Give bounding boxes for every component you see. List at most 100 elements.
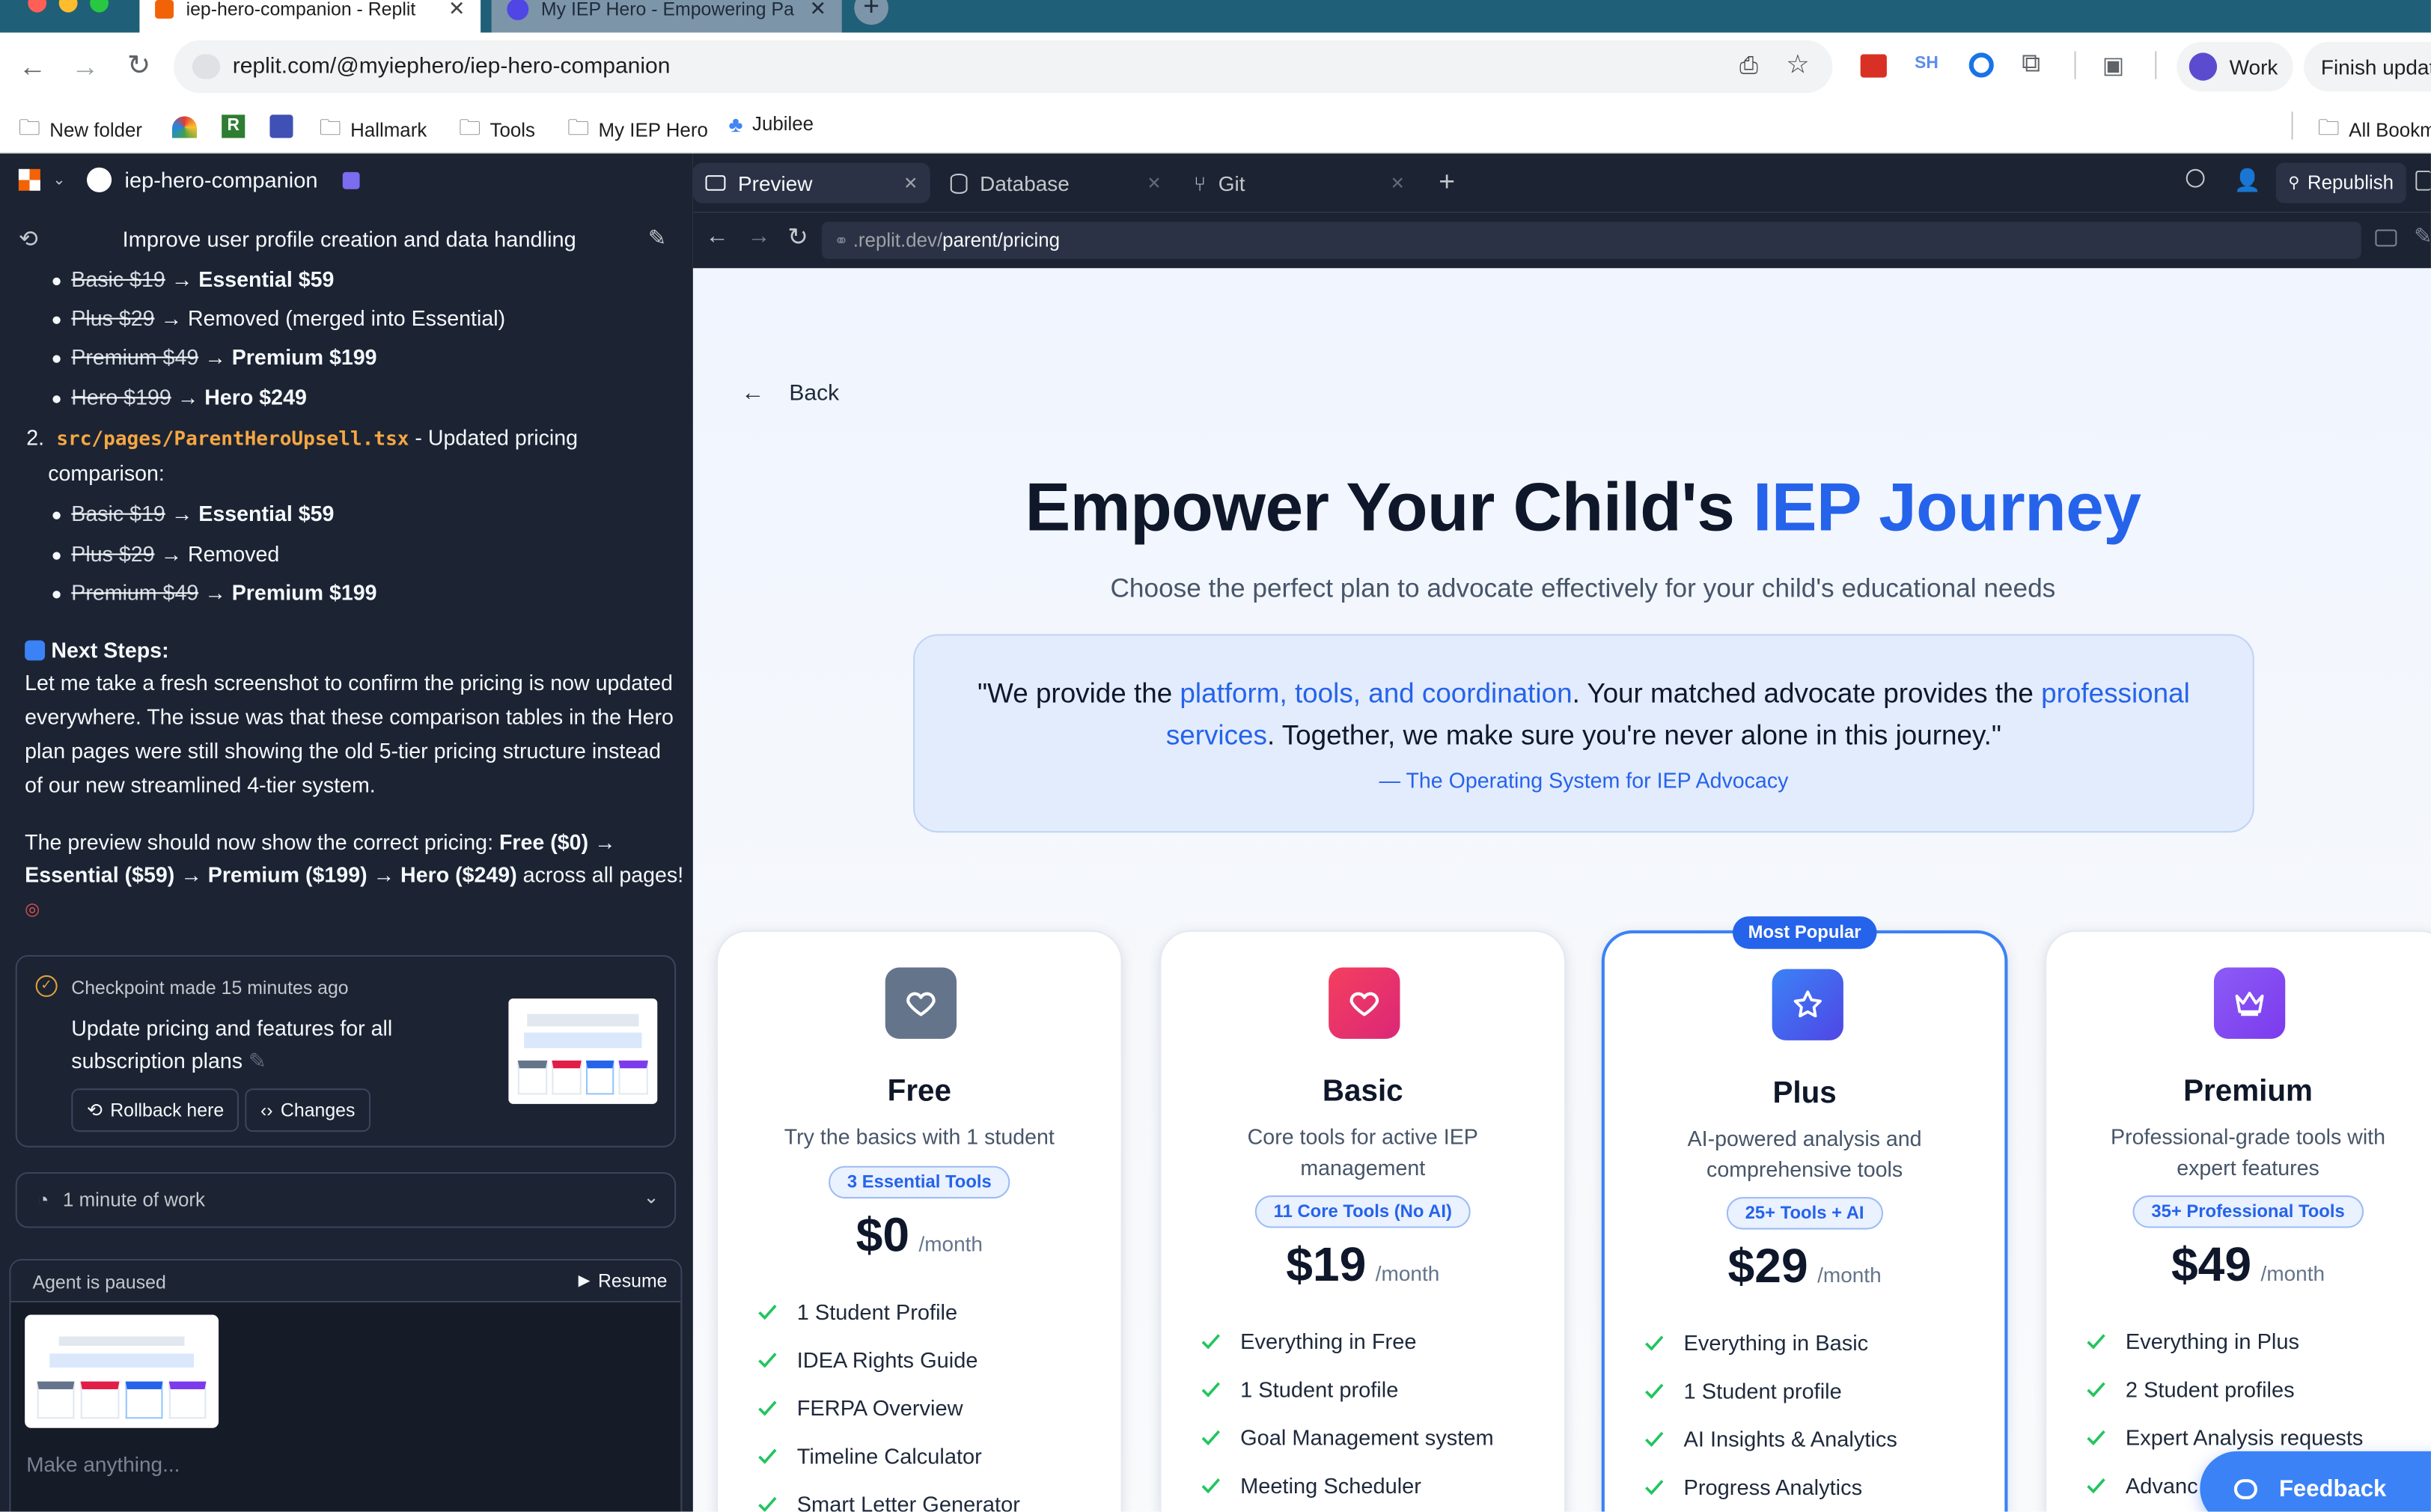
arrow: → <box>154 307 188 331</box>
text-span: The preview should now show the correct … <box>25 831 499 855</box>
all-bookmarks[interactable]: 🗀 All Bookm <box>2318 112 2431 149</box>
crown-icon <box>2213 967 2286 1039</box>
bookmark-tools[interactable]: 🗀 Tools <box>459 112 535 149</box>
plan-feature: Meeting Scheduler <box>1200 1473 1421 1498</box>
checkpoint-card: ✓ Checkpoint made 15 minutes ago Update … <box>15 954 677 1147</box>
maximize-window-icon[interactable] <box>90 0 109 13</box>
address-bar[interactable]: replit.com/@myiephero/iep-hero-companion… <box>173 40 1833 94</box>
tab-search-icon[interactable]: ▣ <box>2102 51 2124 79</box>
plan-price: $49/month <box>2046 1237 2431 1293</box>
rollback-button[interactable]: ⟲ Rollback here <box>71 1088 240 1133</box>
extension-sh-icon[interactable]: SH <box>1915 54 1939 73</box>
list-item: Plus $29 → Removed (merged into Essentia… <box>71 302 505 337</box>
preview-forward-icon[interactable]: → <box>747 223 770 249</box>
attached-screenshot[interactable] <box>25 1314 219 1428</box>
close-icon[interactable]: ✕ <box>903 173 918 193</box>
bullet <box>52 355 61 363</box>
rainbow-bookmark-icon[interactable] <box>171 116 198 138</box>
plan-description: Professional-grade tools with expert feat… <box>2078 1123 2419 1183</box>
checkpoint-thumbnail[interactable] <box>508 998 658 1104</box>
plan-name: Premium <box>2183 1074 2313 1109</box>
plan-feature: Goal Management system <box>1200 1425 1494 1450</box>
monitor-icon <box>705 175 726 191</box>
plan-tools-badge: 3 Essential Tools <box>829 1165 1010 1199</box>
doc-bookmark-icon[interactable] <box>269 115 293 138</box>
preview-url-bar[interactable]: ⚭ .replit.dev/parent/pricing <box>821 222 2361 259</box>
plan-price: $29/month <box>1605 1239 2004 1295</box>
arrow: → <box>198 581 232 605</box>
checkpoint-title-text: subscription plans <box>71 1049 243 1073</box>
replit-logo-icon[interactable] <box>18 168 40 191</box>
bookmark-label: My IEP Hero <box>598 119 708 141</box>
plan-description-line: Professional-grade tools with <box>2111 1125 2386 1149</box>
tab-database[interactable]: Database ✕ <box>938 162 1174 203</box>
close-tab-icon[interactable]: ✕ <box>448 0 466 21</box>
add-tab-icon[interactable]: + <box>1439 166 1455 198</box>
close-window-icon[interactable] <box>28 0 47 13</box>
tab-label: Git <box>1218 171 1245 195</box>
reload-icon[interactable]: ↻ <box>127 49 150 82</box>
new-chat-icon[interactable]: ✎ <box>648 225 666 251</box>
tab-git[interactable]: ⑂ Git ✕ <box>1181 162 1417 203</box>
minimize-window-icon[interactable] <box>58 0 78 13</box>
extensions-puzzle-icon[interactable]: ⧉ <box>2022 48 2040 79</box>
preview-reload-icon[interactable]: ↻ <box>787 222 808 252</box>
forward-arrow-icon[interactable]: → <box>71 51 99 83</box>
agent-input-placeholder[interactable]: Make anything... <box>26 1453 180 1476</box>
checkpoint-title: Update pricing and features for all subs… <box>71 1013 392 1078</box>
feature-label: Everything in Free <box>1240 1329 1417 1354</box>
new-price: Essential $59 <box>198 268 335 292</box>
device-icon[interactable] <box>2375 229 2397 247</box>
close-icon[interactable]: ✕ <box>1391 173 1405 193</box>
back-link[interactable]: ← Back <box>741 379 839 406</box>
finish-update-button[interactable]: Finish updat <box>2304 41 2431 92</box>
chevron-down-icon[interactable]: ⌄ <box>52 171 65 189</box>
bookmark-my-iep-hero[interactable]: 🗀 My IEP Hero <box>567 112 708 149</box>
r-bookmark-icon[interactable]: R <box>222 115 245 138</box>
extension-red-icon[interactable] <box>1860 54 1887 78</box>
new-tab-button[interactable]: + <box>854 0 888 25</box>
plan-feature: Smart Letter Generator <box>757 1492 1020 1512</box>
panel-icon[interactable] <box>2415 170 2431 191</box>
install-app-icon[interactable]: ⎙ <box>1739 52 1758 79</box>
extension-c-icon[interactable] <box>1968 52 1994 78</box>
feedback-button[interactable]: Feedback <box>2200 1451 2431 1512</box>
edit-pencil-icon[interactable]: ✎ <box>248 1049 266 1073</box>
history-icon[interactable]: ⟲ <box>19 225 38 252</box>
invite-user-icon[interactable]: 👤 <box>2234 168 2261 194</box>
republish-button[interactable]: ⚲ Republish <box>2275 162 2406 204</box>
work-duration-row[interactable]: ◔ 1 minute of work ⌄ <box>15 1171 677 1228</box>
resume-button[interactable]: ▶ Resume <box>579 1269 668 1291</box>
tab-label: Database <box>980 171 1070 195</box>
bookmark-star-icon[interactable]: ☆ <box>1786 49 1810 80</box>
list-item-2: 2. src/pages/ParentHeroUpsell.tsx - Upda… <box>26 421 578 456</box>
tab-preview[interactable]: Preview ✕ <box>692 162 930 204</box>
search-icon[interactable] <box>2186 168 2205 188</box>
plan-description-line: expert features <box>2177 1156 2319 1180</box>
checkpoint-check-icon: ✓ <box>35 975 58 997</box>
agent-panel: ⌄ iep-hero-companion ⟲ Improve user prof… <box>0 153 693 1512</box>
browser-tab-inactive[interactable]: My IEP Hero - Empowering Pa ✕ <box>491 0 842 33</box>
bookmark-label: Hallmark <box>350 119 427 141</box>
site-settings-icon[interactable] <box>192 54 221 79</box>
replit-favicon-icon <box>155 0 174 18</box>
jubilee-icon: ♣ <box>728 112 743 137</box>
chevron-down-icon: ⌄ <box>643 1186 659 1208</box>
profile-chip[interactable]: Work <box>2177 41 2294 92</box>
feature-label: 1 Student Profile <box>796 1299 958 1324</box>
close-icon[interactable]: ✕ <box>1147 173 1161 193</box>
check-icon <box>1201 1430 1220 1445</box>
price-period: /month <box>1817 1263 1882 1287</box>
browser-tab-active[interactable]: iep-hero-companion - Replit ✕ <box>139 0 481 33</box>
plan-description: Core tools for active IEP management <box>1192 1123 1534 1183</box>
bookmark-jubilee[interactable]: ♣ Jubilee <box>729 112 814 136</box>
back-arrow-icon[interactable]: ← <box>19 51 46 83</box>
preview-back-icon[interactable]: ← <box>705 223 728 249</box>
bookmark-hallmark[interactable]: 🗀 Hallmark <box>320 112 427 149</box>
devtools-icon[interactable]: ✎ <box>2414 223 2431 249</box>
changes-button[interactable]: ‹› Changes <box>245 1088 371 1133</box>
bookmark-new-folder[interactable]: 🗀 New folder <box>19 112 142 149</box>
close-tab-icon[interactable]: ✕ <box>809 0 826 21</box>
project-name[interactable]: iep-hero-companion <box>125 168 318 192</box>
plan-feature: Timeline Calculator <box>757 1443 982 1469</box>
